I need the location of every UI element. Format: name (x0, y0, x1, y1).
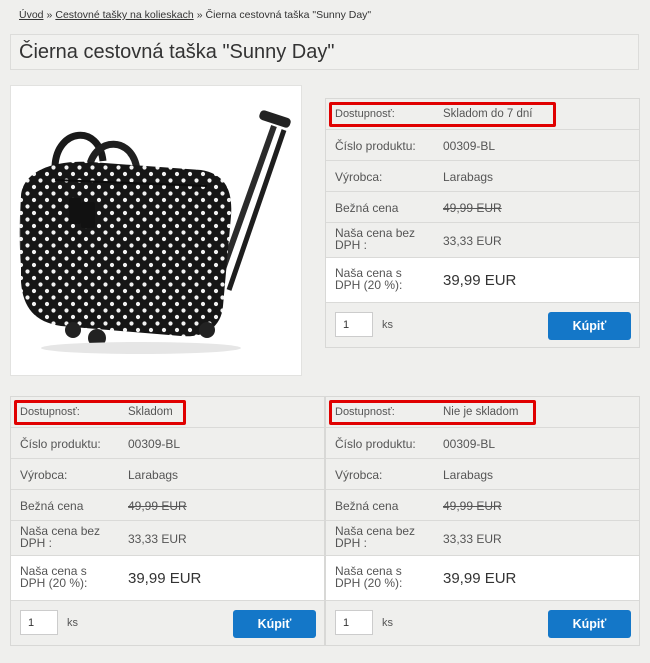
manufacturer-label: Výrobca: (335, 468, 383, 482)
regular-price-value: 49,99 EUR (443, 499, 502, 513)
regular-price-value: 49,99 EUR (128, 499, 187, 513)
product-number-label: Číslo produktu: (20, 437, 101, 451)
regular-price-row: Bežná cena 49,99 EUR (326, 490, 639, 521)
price-vat-value: 39,99 EUR (128, 570, 202, 587)
quantity-input[interactable] (335, 312, 373, 337)
regular-price-value: 49,99 EUR (443, 201, 502, 215)
regular-price-row: Bežná cena 49,99 EUR (326, 192, 639, 223)
manufacturer-label: Výrobca: (20, 468, 68, 482)
availability-value: Nie je skladom (443, 406, 519, 418)
regular-price-row: Bežná cena 49,99 EUR (11, 490, 324, 521)
manufacturer-label: Výrobca: (335, 170, 383, 184)
availability-label: Dostupnosť: (335, 108, 395, 120)
availability-row: Dostupnosť: Nie je skladom (326, 397, 639, 428)
price-no-vat-value: 33,33 EUR (443, 234, 502, 248)
manufacturer-value: Larabags (443, 170, 494, 184)
manufacturer-value: Larabags (443, 468, 494, 482)
page-title-box: Čierna cestovná taška "Sunny Day" (10, 34, 639, 70)
buy-button[interactable]: Kúpiť (548, 610, 631, 638)
availability-value: Skladom (128, 406, 173, 418)
price-vat-label: Naša cena s DPH (20 %): (335, 266, 403, 292)
product-number-value: 00309-BL (443, 437, 496, 451)
breadcrumb-separator: » (196, 9, 203, 21)
regular-price-label: Bežná cena (335, 499, 399, 513)
breadcrumb-category-link[interactable]: Cestovné tašky na kolieskach (55, 9, 193, 21)
buy-button[interactable]: Kúpiť (548, 312, 631, 340)
price-vat-value: 39,99 EUR (443, 570, 517, 587)
product-number-value: 00309-BL (443, 139, 496, 153)
product-info-panel: Dostupnosť: Nie je skladom Číslo produkt… (325, 396, 640, 646)
product-number-row: Číslo produktu: 00309-BL (11, 428, 324, 459)
regular-price-label: Bežná cena (20, 499, 84, 513)
quantity-unit: ks (382, 319, 393, 331)
availability-label: Dostupnosť: (20, 406, 80, 418)
regular-price-label: Bežná cena (335, 201, 399, 215)
price-no-vat-value: 33,33 EUR (443, 532, 502, 546)
buy-row: ks Kúpiť (326, 303, 639, 347)
availability-label: Dostupnosť: (335, 406, 395, 418)
price-no-vat-row: Naša cena bez DPH : 33,33 EUR (326, 223, 639, 258)
product-number-label: Číslo produktu: (335, 437, 416, 451)
breadcrumb-current: Čierna cestovná taška "Sunny Day" (205, 9, 372, 21)
product-number-row: Číslo produktu: 00309-BL (326, 428, 639, 459)
availability-value: Skladom do 7 dní (443, 108, 533, 120)
product-info-panel: Dostupnosť: Skladom Číslo produktu: 0030… (10, 396, 325, 646)
price-no-vat-label: Naša cena bez DPH : (335, 524, 416, 550)
price-no-vat-value: 33,33 EUR (128, 532, 187, 546)
product-info-panel: Dostupnosť: Skladom do 7 dní Číslo produ… (325, 98, 640, 348)
breadcrumb-separator: » (46, 9, 53, 21)
manufacturer-row: Výrobca: Larabags (326, 459, 639, 490)
price-no-vat-label: Naša cena bez DPH : (20, 524, 101, 550)
buy-row: ks Kúpiť (326, 601, 639, 645)
manufacturer-row: Výrobca: Larabags (11, 459, 324, 490)
price-vat-row: Naša cena s DPH (20 %): 39,99 EUR (326, 258, 639, 303)
quantity-unit: ks (382, 617, 393, 629)
quantity-input[interactable] (335, 610, 373, 635)
manufacturer-row: Výrobca: Larabags (326, 161, 639, 192)
price-no-vat-label: Naša cena bez DPH : (335, 226, 416, 252)
price-vat-row: Naša cena s DPH (20 %): 39,99 EUR (11, 556, 324, 601)
buy-button[interactable]: Kúpiť (233, 610, 316, 638)
product-number-row: Číslo produktu: 00309-BL (326, 130, 639, 161)
quantity-unit: ks (67, 617, 78, 629)
price-vat-value: 39,99 EUR (443, 272, 517, 289)
price-no-vat-row: Naša cena bez DPH : 33,33 EUR (11, 521, 324, 556)
availability-row: Dostupnosť: Skladom do 7 dní (326, 99, 639, 130)
price-vat-row: Naša cena s DPH (20 %): 39,99 EUR (326, 556, 639, 601)
page-title: Čierna cestovná taška "Sunny Day" (19, 41, 335, 63)
price-no-vat-row: Naša cena bez DPH : 33,33 EUR (326, 521, 639, 556)
breadcrumb: Úvod» Cestovné tašky na kolieskach» Čierna… (19, 9, 371, 21)
breadcrumb-home-link[interactable]: Úvod (19, 9, 44, 21)
quantity-input[interactable] (20, 610, 58, 635)
travel-bag-image (19, 110, 291, 354)
availability-row: Dostupnosť: Skladom (11, 397, 324, 428)
product-image[interactable] (10, 85, 302, 376)
buy-row: ks Kúpiť (11, 601, 324, 645)
product-number-value: 00309-BL (128, 437, 181, 451)
product-number-label: Číslo produktu: (335, 139, 416, 153)
manufacturer-value: Larabags (128, 468, 179, 482)
price-vat-label: Naša cena s DPH (20 %): (335, 564, 403, 590)
price-vat-label: Naša cena s DPH (20 %): (20, 564, 88, 590)
